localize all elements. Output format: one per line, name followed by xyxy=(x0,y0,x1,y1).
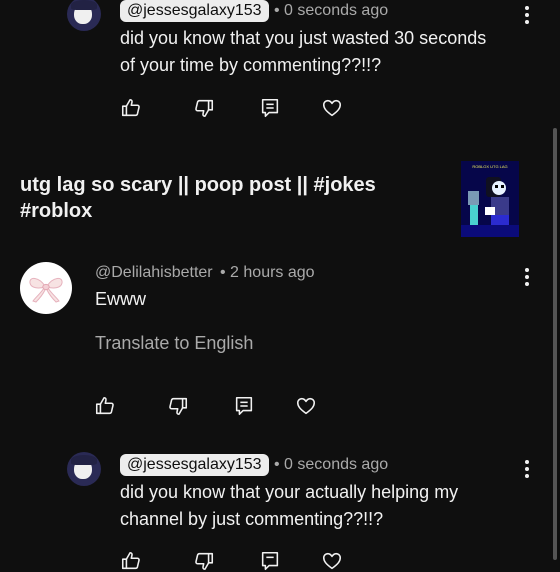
more-vert-icon[interactable] xyxy=(524,460,530,480)
reply-icon[interactable] xyxy=(233,395,255,417)
author-handle-chip[interactable]: @jessesgalaxy153 xyxy=(120,454,269,476)
comment-timestamp: • 0 seconds ago xyxy=(274,2,389,19)
thumbs-down-icon[interactable] xyxy=(167,395,189,417)
author-handle[interactable]: @Delilahisbetter xyxy=(95,263,213,283)
comment-text: did you know that your actually helping … xyxy=(120,479,458,533)
avatar[interactable] xyxy=(20,262,72,314)
comment-timestamp: • 2 hours ago xyxy=(220,264,315,281)
video-title-line: #roblox xyxy=(20,200,93,222)
comment-text-line: channel by just commenting??!!? xyxy=(120,509,384,529)
thumbs-up-icon[interactable] xyxy=(94,395,116,417)
avatar[interactable] xyxy=(67,0,101,31)
avatar[interactable] xyxy=(67,452,101,486)
video-thumbnail[interactable]: ROBLOX UTG LAG xyxy=(461,161,519,237)
heart-icon[interactable] xyxy=(321,97,343,119)
video-title[interactable]: utg lag so scary || poop post || #jokes … xyxy=(20,172,376,224)
heart-icon[interactable] xyxy=(295,395,317,417)
thumbnail-caption: ROBLOX UTG LAG xyxy=(472,164,508,169)
scrollbar[interactable] xyxy=(553,128,557,560)
translate-link[interactable]: Translate to English xyxy=(95,332,253,354)
video-title-line: utg lag so scary || poop post || #jokes xyxy=(20,174,376,196)
comment-text: did you know that you just wasted 30 sec… xyxy=(120,25,486,79)
comment-timestamp: • 0 seconds ago xyxy=(274,456,389,473)
more-vert-icon[interactable] xyxy=(524,6,530,26)
comment-text-line: did you know that your actually helping … xyxy=(120,482,459,502)
comment-text-line: did you know that you just wasted 30 sec… xyxy=(120,28,487,48)
comment-text: Ewww xyxy=(95,289,147,309)
author-handle-chip[interactable]: @jessesgalaxy153 xyxy=(120,0,269,22)
reply-icon[interactable] xyxy=(259,550,281,572)
comment-text-line: of your time by commenting??!!? xyxy=(120,55,382,75)
thumbs-up-icon[interactable] xyxy=(120,550,142,572)
thumbs-down-icon[interactable] xyxy=(193,550,215,572)
thumbs-down-icon[interactable] xyxy=(193,97,215,119)
heart-icon[interactable] xyxy=(321,550,343,572)
reply-icon[interactable] xyxy=(259,97,281,119)
thumbs-up-icon[interactable] xyxy=(120,97,142,119)
more-vert-icon[interactable] xyxy=(524,268,530,288)
